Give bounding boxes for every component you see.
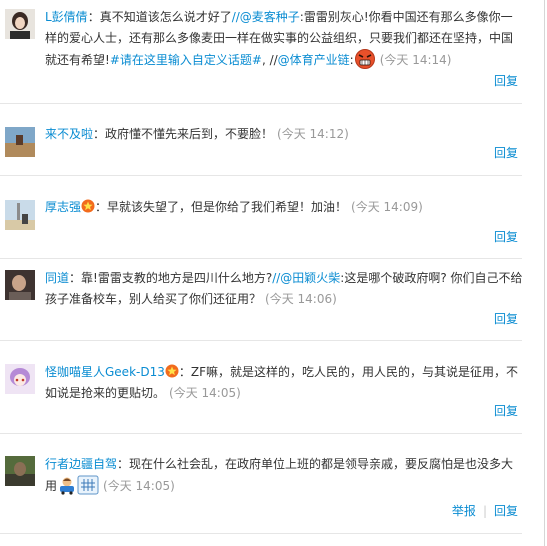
username-link[interactable]: L彭倩倩 <box>45 10 88 24</box>
timestamp: (今天 14:09) <box>351 200 423 214</box>
comment-actions: 回复 <box>494 228 518 246</box>
reply-button[interactable]: 回复 <box>494 404 518 418</box>
comment-text: L彭倩倩：真不知道该怎么说才好了//@麦客种子:雷雷别灰心!你看中国还有那么多像… <box>45 7 523 76</box>
action-separator: | <box>482 504 487 518</box>
angry-face-emoticon <box>354 49 376 76</box>
avatar[interactable] <box>5 270 35 300</box>
username-link[interactable]: 厚志强 <box>45 200 81 214</box>
reply-button[interactable]: 回复 <box>494 312 518 326</box>
comment-text: 来不及啦：政府懂不懂先来后到，不要脸！ (今天 14:12) <box>45 124 523 145</box>
divider <box>0 258 522 259</box>
vip-star-badge <box>165 364 179 378</box>
comment-text: 厚志强 ：早就该失望了，但是你给了我们希望！加油！ (今天 14:09) <box>45 197 523 218</box>
comment-body: ：真不知道该怎么说才好了 <box>87 10 232 24</box>
timestamp: (今天 14:06) <box>265 292 337 306</box>
panel-right-border <box>544 0 545 546</box>
divider <box>0 340 522 341</box>
username-link[interactable]: 来不及啦 <box>45 127 93 141</box>
car-emoticon <box>57 475 77 502</box>
mention-link[interactable]: @体育产业链 <box>278 53 350 67</box>
avatar[interactable] <box>5 9 35 39</box>
reply-button[interactable]: 回复 <box>494 146 518 160</box>
comment-body: , // <box>261 53 278 67</box>
divider <box>0 433 522 434</box>
comment-actions: 举报 | 回复 <box>452 502 518 520</box>
reply-button[interactable]: 回复 <box>494 504 518 518</box>
timestamp: (今天 14:05) <box>169 386 241 400</box>
reply-button[interactable]: 回复 <box>494 74 518 88</box>
report-button[interactable]: 举报 <box>452 504 476 518</box>
timestamp: (今天 14:14) <box>379 53 452 67</box>
username-link[interactable]: 同道 <box>45 271 69 285</box>
username-link[interactable]: 怪咖喵星人Geek-D13 <box>45 365 165 379</box>
comment-actions: 回复 <box>494 144 518 162</box>
username-link[interactable]: 行者边疆自驾 <box>45 457 117 471</box>
avatar[interactable] <box>5 456 35 486</box>
comment-text: 同道：靠!雷雷支教的地方是四川什么地方?//@田颖火柴:这是哪个破政府啊? 你们… <box>45 268 523 310</box>
avatar[interactable] <box>5 200 35 230</box>
comment-text: 行者边疆自驾：现在什么社会乱，在政府单位上班的都是领导亲戚，要反腐怕是也没多大用… <box>45 454 523 502</box>
grid-emoticon <box>77 475 99 502</box>
comment-actions: 回复 <box>494 402 518 420</box>
comment-actions: 回复 <box>494 72 518 90</box>
avatar[interactable] <box>5 127 35 157</box>
comment-actions: 回复 <box>494 310 518 328</box>
comment-body: ：早就该失望了，但是你给了我们希望！加油！ <box>95 200 348 214</box>
comment-text: 怪咖喵星人Geek-D13 ：ZF嘛，就是这样的，吃人民的，用人民的，与其说是征用… <box>45 362 523 404</box>
timestamp: (今天 14:12) <box>277 127 349 141</box>
divider <box>0 175 522 176</box>
reply-button[interactable]: 回复 <box>494 230 518 244</box>
divider <box>0 103 522 104</box>
mention-link[interactable]: //@田颖火柴 <box>272 271 340 285</box>
mention-link[interactable]: //@麦客种子 <box>232 10 300 24</box>
topic-link[interactable]: #请在这里输入自定义话题# <box>110 53 262 67</box>
vip-star-badge <box>81 199 95 213</box>
comment-body: ：靠!雷雷支教的地方是四川什么地方? <box>69 271 273 285</box>
avatar[interactable] <box>5 364 35 394</box>
comment-body: ：政府懂不懂先来后到，不要脸！ <box>93 127 274 141</box>
timestamp: (今天 14:05) <box>103 479 175 493</box>
divider <box>0 533 522 534</box>
